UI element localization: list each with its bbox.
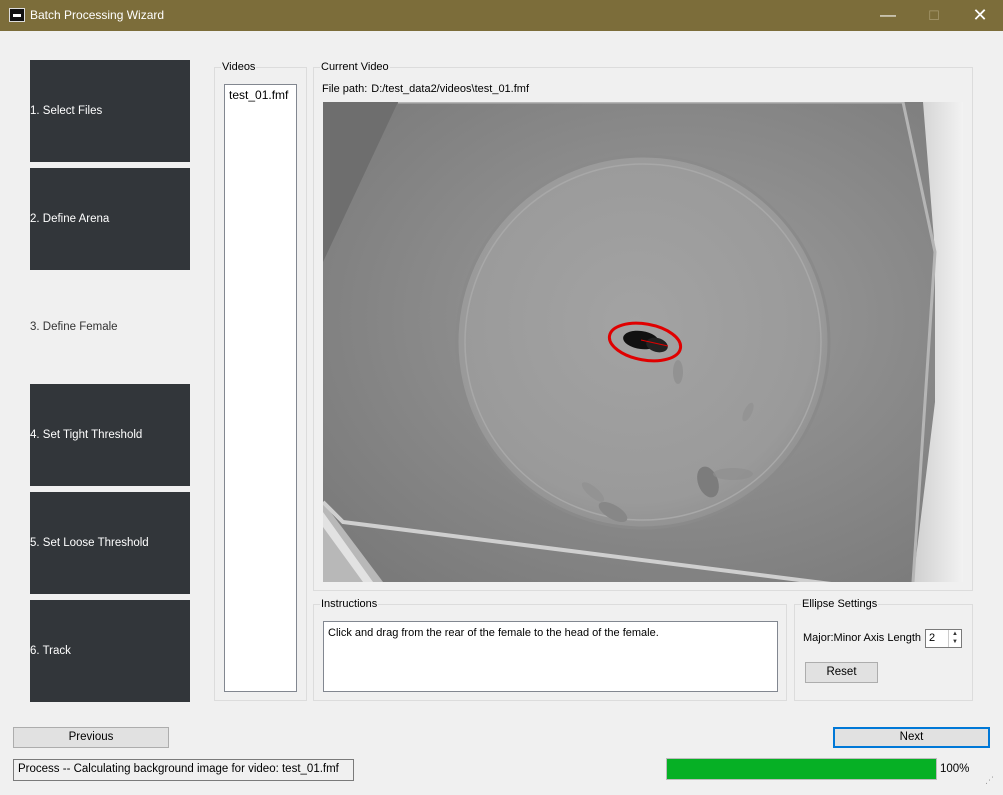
step-label: 6. Track xyxy=(30,645,71,657)
list-item[interactable]: test_01.fmf xyxy=(225,85,296,105)
ellipse-settings-group-title: Ellipse Settings xyxy=(801,598,879,610)
next-button[interactable]: Next xyxy=(833,727,990,748)
axis-length-spinbox[interactable]: 2 ▲ ▼ xyxy=(925,629,962,648)
progress-fill xyxy=(667,759,936,779)
step-label: 3. Define Female xyxy=(30,321,118,333)
minimize-button[interactable]: — xyxy=(865,0,911,31)
app-icon xyxy=(9,8,25,22)
axis-length-label: Major:Minor Axis Length xyxy=(803,632,921,644)
step-label: 4. Set Tight Threshold xyxy=(30,429,143,441)
close-button[interactable]: ✕ xyxy=(957,0,1003,31)
videos-group-title: Videos xyxy=(221,61,257,73)
progress-bar xyxy=(666,758,937,780)
step-define-arena[interactable]: 2. Define Arena xyxy=(30,168,190,270)
video-image[interactable] xyxy=(323,102,963,582)
step-label: 5. Set Loose Threshold xyxy=(30,537,149,549)
ellipse-settings-group xyxy=(794,604,973,701)
progress-percent: 100% xyxy=(940,763,970,775)
chevron-up-icon[interactable]: ▲ xyxy=(949,630,961,638)
file-path: File path: D:/test_data2/videos\test_01.f… xyxy=(322,83,529,95)
file-path-value: D:/test_data2/videos\test_01.fmf xyxy=(371,83,530,95)
videos-list[interactable]: test_01.fmf xyxy=(224,84,297,692)
instructions-text: Click and drag from the rear of the fema… xyxy=(323,621,778,692)
video-frame[interactable] xyxy=(323,102,963,582)
axis-length-value[interactable]: 2 xyxy=(929,632,935,644)
step-label: 1. Select Files xyxy=(30,105,103,117)
current-video-group-title: Current Video xyxy=(320,61,390,73)
step-label: 2. Define Arena xyxy=(30,213,110,225)
window-title: Batch Processing Wizard xyxy=(30,8,165,22)
spinbox-arrows[interactable]: ▲ ▼ xyxy=(948,630,961,647)
maximize-button[interactable]: ☐ xyxy=(911,0,957,31)
step-define-female[interactable]: 3. Define Female xyxy=(30,276,190,378)
instructions-group-title: Instructions xyxy=(320,598,379,610)
chevron-down-icon[interactable]: ▼ xyxy=(949,638,961,646)
status-text: Process -- Calculating background image … xyxy=(13,759,354,781)
file-path-label: File path: xyxy=(322,83,368,95)
resize-grip-icon[interactable]: ⋰ xyxy=(985,775,999,789)
step-track[interactable]: 6. Track xyxy=(30,600,190,702)
reset-button[interactable]: Reset xyxy=(805,662,878,683)
step-set-tight-threshold[interactable]: 4. Set Tight Threshold xyxy=(30,384,190,486)
title-bar: Batch Processing Wizard — ☐ ✕ xyxy=(0,0,1003,31)
previous-button[interactable]: Previous xyxy=(13,727,169,748)
step-set-loose-threshold[interactable]: 5. Set Loose Threshold xyxy=(30,492,190,594)
step-select-files[interactable]: 1. Select Files xyxy=(30,60,190,162)
